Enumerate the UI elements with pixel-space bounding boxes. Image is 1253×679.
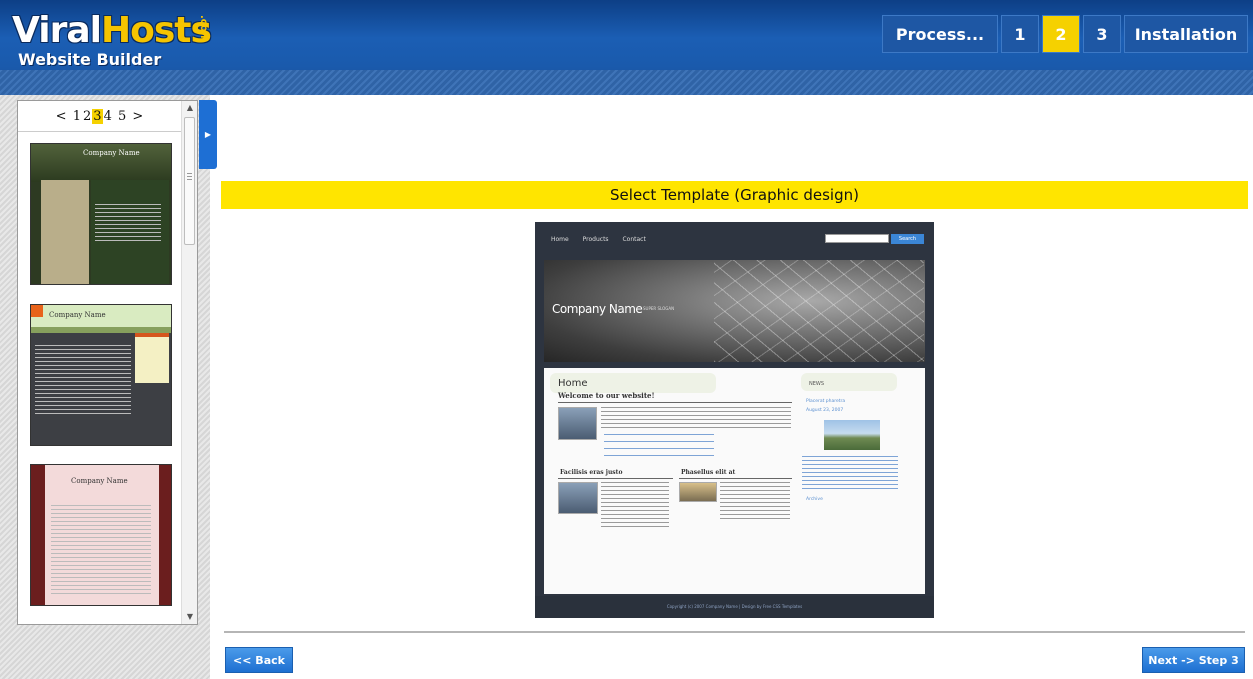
preview-welcome: Welcome to our website! [558, 391, 655, 400]
template-pager: < 1234 5 > [18, 109, 181, 124]
template-thumbnail-1[interactable]: Company Name [30, 143, 172, 285]
step-2-current[interactable]: 2 [1042, 15, 1080, 53]
template-thumbnail-2[interactable]: Company Name [30, 304, 172, 446]
logo-domain-suffix: .com [198, 15, 209, 43]
thumb-title: Company Name [49, 311, 106, 319]
template-preview: Home Products Contact Search Company Nam… [535, 222, 934, 618]
preview-footer: Copyright (c) 2007 Company Name | Design… [535, 596, 934, 618]
preview-col1-text [601, 482, 669, 528]
step-installation[interactable]: Installation [1124, 15, 1248, 53]
preview-home-heading: Home [558, 378, 588, 389]
thumb-title: Company Name [83, 149, 140, 157]
logo-brand-part1: Viral [12, 10, 102, 51]
preview-nav-contact: Contact [622, 236, 646, 243]
preview-news-link: Placerat pharetra [806, 399, 846, 404]
template-thumbnail-3[interactable]: Company Name [30, 464, 172, 606]
step-process: Process... [882, 15, 998, 53]
pager-page-5[interactable]: 5 [117, 109, 127, 124]
preview-nav-products: Products [582, 236, 609, 243]
spiderweb-graphic [714, 260, 924, 362]
thumb-sidebar [41, 180, 89, 284]
pager-page-3-current[interactable]: 3 [92, 109, 103, 124]
preview-intro-text [601, 407, 791, 429]
preview-divider [558, 478, 673, 479]
logo-subtitle: Website Builder [18, 50, 162, 69]
preview-news-heading: NEWS [809, 381, 825, 387]
preview-bullets [604, 434, 714, 462]
thumb-accent [31, 305, 43, 317]
preview-divider [558, 402, 792, 403]
preview-footer-text: Copyright (c) 2007 Company Name | Design… [666, 604, 803, 609]
preview-search-button: Search [891, 234, 924, 244]
logo: ViralHosts .com Website Builder [12, 10, 212, 70]
next-step-button[interactable]: Next -> Step 3 [1142, 647, 1245, 673]
preview-people-photo [558, 407, 597, 440]
thumb-title: Company Name [71, 477, 128, 485]
logo-brand: ViralHosts [12, 10, 212, 51]
preview-content: Home Welcome to our website! Facilisis e… [544, 368, 925, 594]
preview-col2-heading: Phasellus elit at [681, 469, 736, 476]
pager-next[interactable]: > [131, 109, 144, 124]
pager-page-2[interactable]: 2 [82, 109, 92, 124]
preview-nav: Home Products Contact [551, 236, 658, 243]
preview-building-photo [558, 482, 598, 514]
thumb-text [35, 345, 131, 415]
logo-brand-part2: Hosts [100, 10, 212, 51]
scroll-up-arrow-icon[interactable]: ▲ [182, 101, 198, 115]
footer-divider [224, 631, 1245, 633]
thumb-card [135, 333, 169, 383]
preview-search-input [825, 234, 889, 243]
app-header: ViralHosts .com Website Builder Process.… [0, 0, 1253, 95]
preview-news-date: August 23, 2007 [806, 408, 844, 413]
preview-hero-image: Company Name SUPER SLOGAN [544, 260, 925, 362]
template-list-panel: < 1234 5 > Company Name Company Name Com… [17, 100, 198, 625]
template-list-scrollbar[interactable]: ▲ ▼ [181, 101, 197, 624]
preview-archive: Archive [806, 497, 823, 502]
preview-meeting-photo [679, 482, 717, 502]
chevron-right-icon: ▶ [204, 130, 212, 139]
preview-col1-heading: Facilisis eras justo [560, 469, 623, 476]
thumb-text [95, 204, 161, 244]
preview-company-name: Company Name [552, 302, 643, 316]
preview-slogan: SUPER SLOGAN [643, 306, 675, 311]
preview-nav-home: Home [551, 236, 569, 243]
pager-prev[interactable]: < [55, 109, 68, 124]
sidebar-toggle-button[interactable]: ▶ [199, 100, 217, 169]
step-3[interactable]: 3 [1083, 15, 1121, 53]
preview-news-text [802, 456, 898, 492]
preview-col2-text [720, 482, 790, 522]
scrollbar-grip [187, 173, 192, 181]
page-title: Select Template (Graphic design) [221, 181, 1248, 209]
pager-page-4[interactable]: 4 [103, 109, 113, 124]
scroll-down-arrow-icon[interactable]: ▼ [182, 610, 198, 624]
preview-divider [679, 478, 792, 479]
pager-divider [18, 131, 181, 132]
thumb-text [51, 505, 151, 595]
scrollbar-thumb[interactable] [184, 117, 195, 245]
header-stripes [0, 70, 1253, 95]
back-button[interactable]: << Back [225, 647, 293, 673]
wizard-steps: Process... 1 2 3 Installation [882, 15, 1248, 53]
pager-page-1[interactable]: 1 [72, 109, 82, 124]
step-1[interactable]: 1 [1001, 15, 1039, 53]
preview-landscape-photo [824, 420, 880, 450]
